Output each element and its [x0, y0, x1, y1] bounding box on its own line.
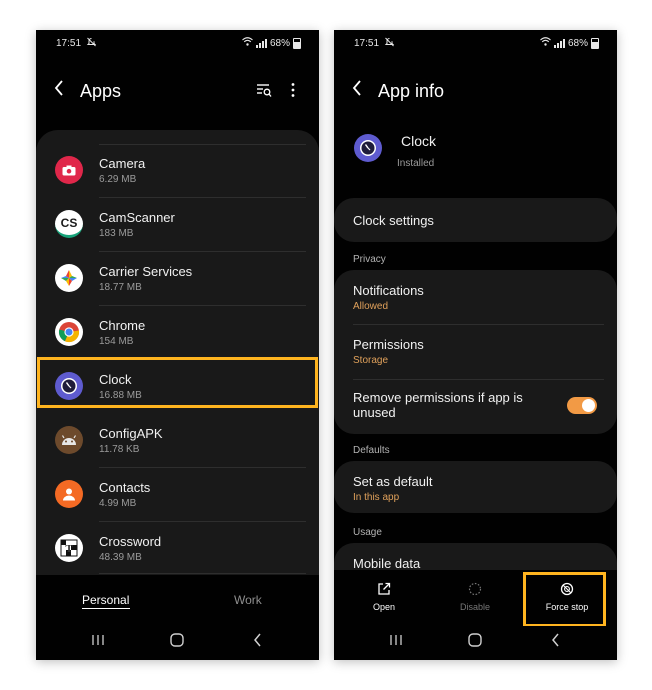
crossword-icon: T	[55, 534, 83, 562]
clock-icon	[354, 134, 382, 162]
app-row-chrome[interactable]: Chrome 154 MB	[36, 306, 319, 360]
app-name: CamScanner	[99, 210, 175, 225]
permissions-label: Permissions	[353, 337, 424, 352]
profile-tabs: Personal Work	[36, 575, 319, 625]
privacy-header: Privacy	[353, 254, 386, 265]
back-icon[interactable]	[253, 633, 262, 652]
notifications-value: Allowed	[353, 301, 389, 312]
disable-label: Disable	[459, 602, 490, 612]
app-name: Contacts	[99, 480, 151, 495]
navigation-bar	[334, 626, 617, 660]
notifications-row[interactable]: Notifications Allowed	[334, 270, 617, 324]
recents-icon[interactable]	[389, 633, 403, 651]
contacts-icon	[55, 480, 83, 508]
tab-underline	[82, 608, 130, 609]
status-time: 17:51	[56, 38, 82, 49]
status-bar: 17:51 68%	[334, 30, 617, 56]
wifi-icon	[540, 37, 551, 49]
usage-header: Usage	[353, 527, 382, 538]
battery-icon	[591, 37, 599, 49]
highlight-box	[523, 572, 606, 627]
set-default-value: In this app	[353, 492, 400, 503]
app-name: Carrier Services	[99, 264, 193, 279]
app-row-contacts[interactable]: Contacts 4.99 MB	[36, 468, 319, 522]
tab-personal[interactable]: Personal	[82, 593, 129, 607]
app-row-camscanner[interactable]: CS CamScanner 183 MB	[36, 198, 319, 252]
app-size: 18.77 MB	[99, 282, 142, 293]
back-arrow-icon[interactable]	[352, 79, 362, 101]
app-name: Camera	[99, 156, 146, 171]
install-status: Installed	[397, 158, 435, 169]
app-list: Camera 6.29 MB CS CamScanner 183 MB Carr…	[36, 130, 319, 575]
page-title: App info	[378, 81, 445, 101]
set-as-default-row[interactable]: Set as default In this app	[334, 461, 617, 513]
open-label: Open	[372, 602, 396, 612]
tab-work[interactable]: Work	[234, 593, 262, 607]
open-icon	[377, 582, 391, 596]
notifications-label: Notifications	[353, 283, 424, 298]
app-size: 11.78 KB	[99, 444, 140, 455]
clock-settings-row[interactable]: Clock settings	[334, 198, 617, 242]
divider	[99, 573, 306, 574]
carrier-services-icon	[55, 264, 83, 292]
svg-text:T: T	[65, 543, 73, 555]
battery-percentage: 68%	[269, 37, 290, 49]
mute-icon	[384, 37, 395, 50]
app-size: 154 MB	[99, 336, 134, 347]
battery-percentage: 68%	[567, 37, 588, 49]
more-options-icon[interactable]	[290, 82, 296, 103]
app-row-camera[interactable]: Camera 6.29 MB	[36, 144, 319, 198]
app-row-crossword[interactable]: T Crossword 48.39 MB	[36, 522, 319, 576]
battery-icon	[293, 37, 301, 49]
highlight-box	[37, 357, 318, 408]
app-size: 183 MB	[99, 228, 134, 239]
home-icon[interactable]	[170, 633, 184, 652]
status-time: 17:51	[354, 38, 380, 49]
app-name: Chrome	[99, 318, 146, 333]
disable-button[interactable]: Disable	[430, 575, 520, 612]
home-icon[interactable]	[468, 633, 482, 652]
app-info-screen: 17:51 68% App info Clock Installed Clock…	[334, 30, 617, 660]
navigation-bar	[36, 626, 319, 660]
mute-icon	[86, 37, 97, 50]
privacy-group: Notifications Allowed Permissions Storag…	[334, 270, 617, 434]
mobile-data-label: Mobile data	[353, 556, 421, 571]
defaults-header: Defaults	[353, 445, 390, 456]
camscanner-icon: CS	[55, 210, 83, 238]
app-name: Clock	[401, 133, 437, 149]
app-size: 4.99 MB	[99, 498, 137, 509]
toggle-knob	[582, 399, 595, 412]
remove-permissions-row[interactable]: Remove permissions if app is unused	[334, 380, 617, 434]
apps-screen: 17:51 68% Apps Camera 6.29 MB CS CamScan…	[36, 30, 319, 660]
clock-settings-label: Clock settings	[353, 213, 434, 228]
wifi-icon	[242, 37, 253, 49]
page-title: Apps	[80, 81, 122, 101]
permissions-row[interactable]: Permissions Storage	[334, 325, 617, 379]
camera-icon	[55, 156, 83, 184]
set-default-label: Set as default	[353, 474, 433, 489]
signal-icon	[255, 38, 267, 48]
app-size: 48.39 MB	[99, 552, 142, 563]
remove-permissions-toggle[interactable]	[567, 397, 597, 414]
permissions-value: Storage	[353, 355, 389, 366]
search-filter-icon[interactable]	[256, 82, 272, 103]
remove-permissions-label: Remove permissions if app is unused	[353, 390, 523, 420]
back-icon[interactable]	[551, 633, 560, 652]
signal-icon	[553, 38, 565, 48]
app-name: ConfigAPK	[99, 426, 163, 441]
android-icon	[55, 426, 83, 454]
open-button[interactable]: Open	[339, 575, 429, 612]
app-name: Crossword	[99, 534, 162, 549]
chrome-icon	[55, 318, 83, 346]
recents-icon[interactable]	[91, 633, 105, 651]
status-bar: 17:51 68%	[36, 30, 319, 56]
app-size: 6.29 MB	[99, 174, 137, 185]
app-row-carrier-services[interactable]: Carrier Services 18.77 MB	[36, 252, 319, 306]
app-row-configapk[interactable]: ConfigAPK 11.78 KB	[36, 414, 319, 468]
disable-icon	[468, 582, 482, 596]
back-arrow-icon[interactable]	[54, 79, 64, 101]
